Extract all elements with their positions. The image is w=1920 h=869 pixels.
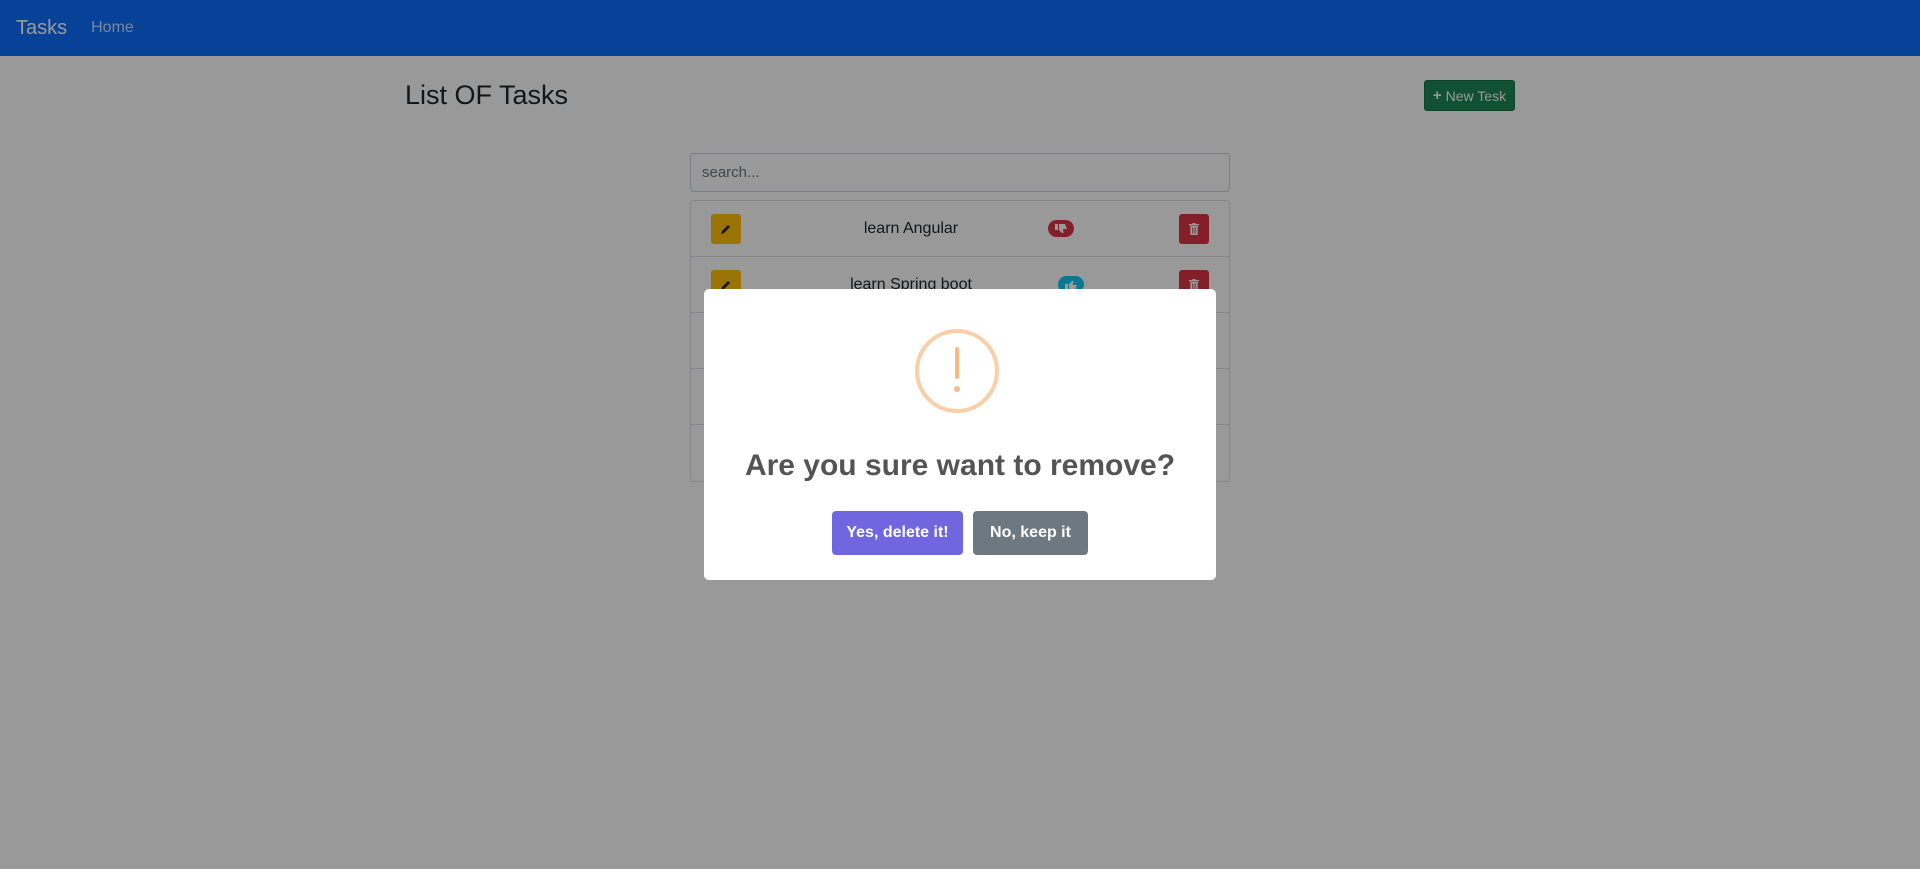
confirm-delete-button[interactable]: Yes, delete it!: [832, 511, 963, 555]
confirm-dialog: Are you sure want to remove? Yes, delete…: [704, 289, 1216, 580]
warning-icon: [915, 329, 999, 413]
dialog-title: Are you sure want to remove?: [744, 449, 1176, 482]
cancel-button[interactable]: No, keep it: [973, 511, 1088, 555]
